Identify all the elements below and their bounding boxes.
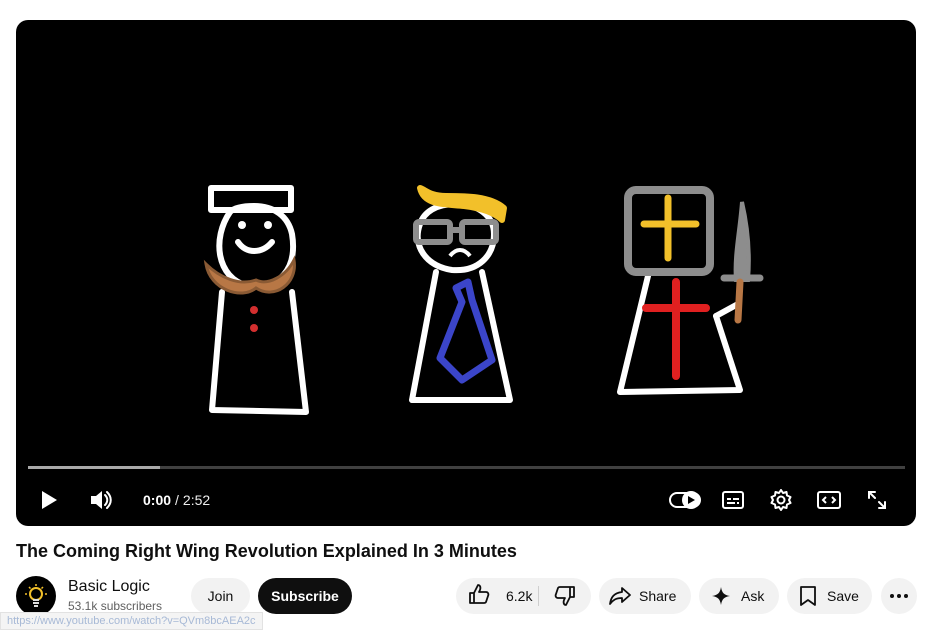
play-button[interactable] xyxy=(34,480,64,520)
crusader-helmet-cross xyxy=(640,194,700,262)
fullscreen-icon xyxy=(868,491,886,509)
progress-bar[interactable] xyxy=(28,466,905,469)
more-horizontal-icon xyxy=(890,594,908,598)
businessman-frown xyxy=(448,248,472,258)
priest-eye-right xyxy=(264,221,272,229)
channel-row: Basic Logic 53.1k subscribers Join Subsc… xyxy=(16,575,917,617)
share-label: Share xyxy=(639,588,677,604)
settings-button[interactable] xyxy=(768,480,794,520)
duration: 2:52 xyxy=(182,492,211,508)
crusader-tabard-cross xyxy=(642,278,710,380)
miniplayer-icon xyxy=(817,491,841,509)
player-controls: 0:00 / 2:52 xyxy=(16,480,916,520)
time-separator: / xyxy=(175,492,179,508)
volume-icon xyxy=(91,491,112,509)
subtitles-button[interactable] xyxy=(720,480,746,520)
save-label: Save xyxy=(827,588,859,604)
save-button[interactable]: Save xyxy=(787,578,872,614)
subtitles-icon xyxy=(722,491,744,509)
channel-name[interactable]: Basic Logic xyxy=(68,578,150,596)
priest-beard xyxy=(203,255,296,295)
video-frame[interactable] xyxy=(16,20,916,526)
crusader-sword-handle xyxy=(734,278,744,324)
businessman-glasses xyxy=(413,219,499,245)
autoplay-toggle-icon xyxy=(669,491,701,509)
like-button[interactable]: 6.2k xyxy=(456,578,538,614)
like-dislike-group: 6.2k xyxy=(456,578,591,614)
more-actions-button[interactable] xyxy=(881,578,917,614)
progress-buffered xyxy=(28,466,160,469)
status-bar-url: https://www.youtube.com/watch?v=QVm8bcAE… xyxy=(0,612,263,630)
play-icon xyxy=(42,491,57,509)
subscribe-button[interactable]: Subscribe xyxy=(258,578,352,614)
share-button[interactable]: Share xyxy=(599,578,691,614)
thumbs-up-icon xyxy=(468,583,490,610)
crusader-sword-blade xyxy=(733,201,751,282)
bookmark-icon xyxy=(799,585,817,607)
priest-figure xyxy=(208,185,309,415)
priest-button-2 xyxy=(250,324,258,332)
priest-smile xyxy=(235,239,275,254)
join-button[interactable]: Join xyxy=(191,578,250,614)
ask-button[interactable]: Ask xyxy=(699,578,779,614)
mute-button[interactable] xyxy=(86,480,116,520)
autoplay-toggle[interactable] xyxy=(668,480,702,520)
subscribe-label: Subscribe xyxy=(271,588,339,604)
current-time: 0:00 xyxy=(143,492,172,508)
ask-label: Ask xyxy=(741,588,765,604)
video-player[interactable]: 0:00 / 2:52 xyxy=(16,20,916,526)
miniplayer-button[interactable] xyxy=(816,480,842,520)
priest-eye-left xyxy=(238,221,246,229)
share-icon xyxy=(609,586,631,606)
businessman-hair xyxy=(417,185,507,223)
video-still-illustration xyxy=(203,185,764,415)
time-display: 0:00 / 2:52 xyxy=(143,480,210,520)
page: 0:00 / 2:52 The Coming Right Wing Revolu… xyxy=(0,0,930,633)
dislike-button[interactable] xyxy=(539,578,591,614)
priest-button-1 xyxy=(250,306,258,314)
video-title: The Coming Right Wing Revolution Explain… xyxy=(16,541,517,561)
join-label: Join xyxy=(207,588,234,604)
like-count: 6.2k xyxy=(506,588,533,604)
channel-avatar[interactable] xyxy=(16,576,56,616)
sparkle-icon xyxy=(711,586,731,606)
settings-gear-icon xyxy=(770,489,792,511)
fullscreen-button[interactable] xyxy=(864,480,890,520)
lightbulb-icon xyxy=(25,584,47,607)
thumbs-down-icon xyxy=(554,586,575,606)
subscriber-count: 53.1k subscribers xyxy=(68,599,163,613)
businessman-tie xyxy=(436,278,496,384)
